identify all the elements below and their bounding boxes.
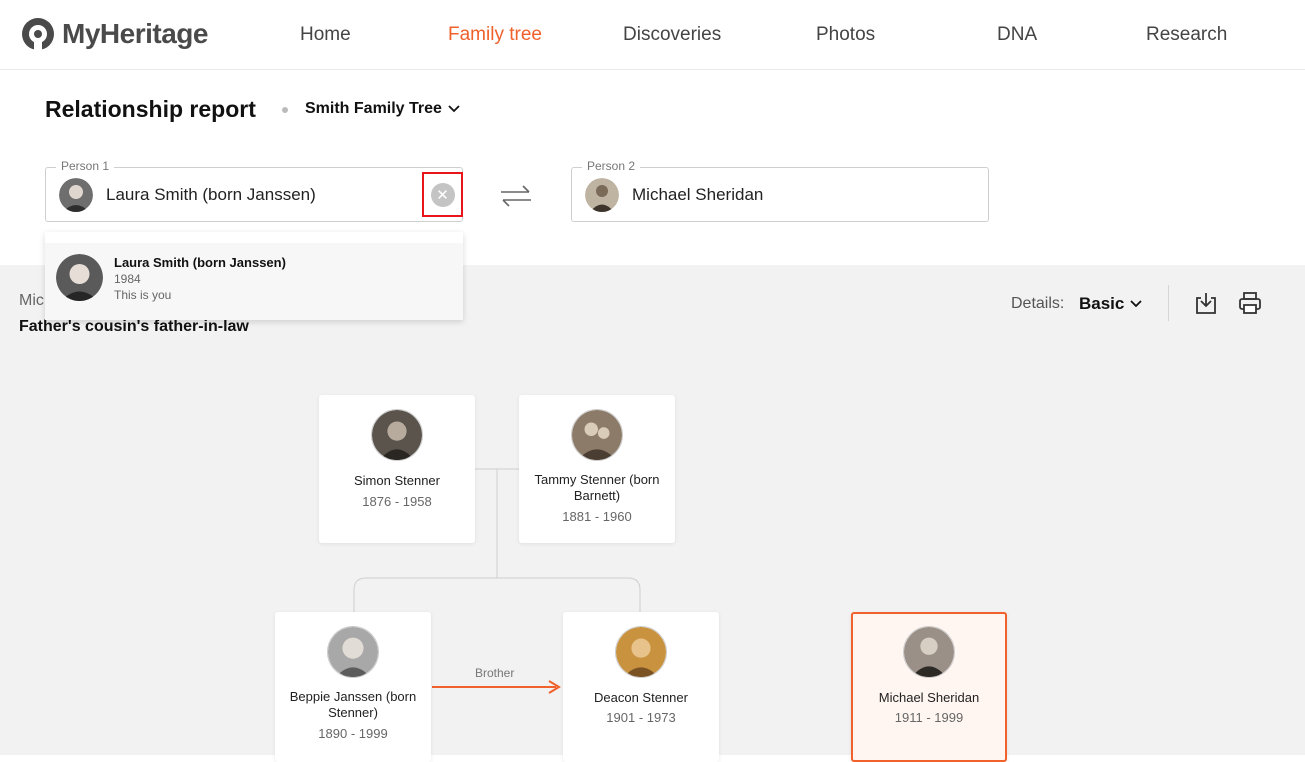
person-name: Simon Stenner bbox=[354, 473, 440, 488]
dropdown-top-strip bbox=[45, 232, 463, 243]
person-photo bbox=[903, 626, 955, 678]
person-name: Deacon Stenner bbox=[594, 690, 688, 705]
person-photo bbox=[571, 409, 623, 461]
person-years: 1911 - 1999 bbox=[894, 710, 964, 725]
person-years: 1881 - 1960 bbox=[562, 509, 632, 524]
brother-link-label: Brother bbox=[475, 666, 515, 680]
person-name: Beppie Janssen (born Stenner) bbox=[289, 689, 417, 720]
person1-suggestion-dropdown: Laura Smith (born Janssen) 1984 This is … bbox=[45, 232, 463, 320]
person-photo bbox=[615, 626, 667, 678]
person-card-simon-stenner[interactable]: Simon Stenner 1876 - 1958 bbox=[319, 395, 475, 543]
person-card-michael-sheridan[interactable]: Michael Sheridan 1911 - 1999 bbox=[851, 612, 1007, 762]
suggestion-note: This is you bbox=[114, 288, 172, 302]
person-name: Tammy Stenner (born Barnett) bbox=[534, 472, 660, 503]
person-card-beppie-janssen[interactable]: Beppie Janssen (born Stenner) 1890 - 199… bbox=[275, 612, 431, 762]
suggestion-name: Laura Smith (born Janssen) bbox=[114, 255, 286, 270]
person-card-deacon-stenner[interactable]: Deacon Stenner 1901 - 1973 bbox=[563, 612, 719, 762]
suggestion-year: 1984 bbox=[114, 272, 141, 286]
person-name: Michael Sheridan bbox=[878, 690, 980, 705]
person-years: 1876 - 1958 bbox=[362, 494, 432, 509]
suggestion-avatar bbox=[56, 254, 103, 301]
person-years: 1901 - 1973 bbox=[606, 710, 676, 725]
person-photo bbox=[327, 626, 379, 678]
person-card-tammy-stenner[interactable]: Tammy Stenner (born Barnett) 1881 - 1960 bbox=[519, 395, 675, 543]
person-years: 1890 - 1999 bbox=[318, 726, 388, 741]
person-photo bbox=[371, 409, 423, 461]
